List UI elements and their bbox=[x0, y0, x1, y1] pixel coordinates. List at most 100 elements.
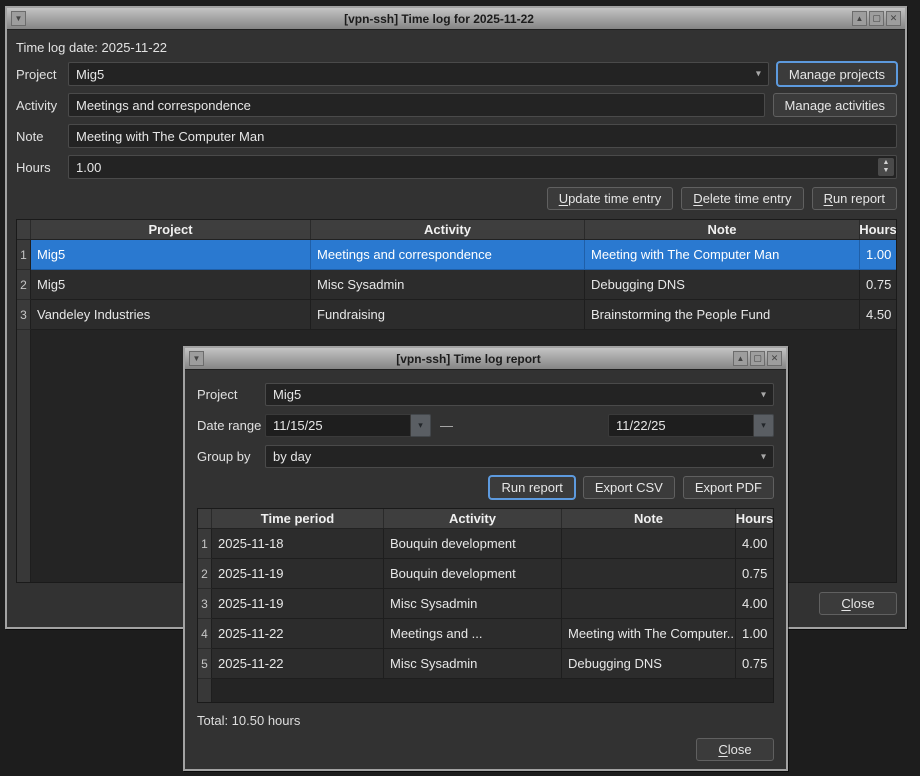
column-header-hours[interactable]: Hours bbox=[860, 220, 896, 239]
cell-time-period: 2025-11-19 bbox=[212, 589, 384, 619]
run-report-button[interactable]: Run report bbox=[812, 187, 897, 210]
cell-hours: 0.75 bbox=[860, 270, 896, 300]
hours-row: Hours 1.00 ▲ ▼ bbox=[16, 155, 897, 179]
close-button[interactable]: Close bbox=[819, 592, 897, 615]
shade-button[interactable]: ▲ bbox=[733, 351, 748, 366]
window-close-button[interactable]: ✕ bbox=[767, 351, 782, 366]
row-number: 1 bbox=[17, 240, 31, 270]
window-close-button[interactable]: ✕ bbox=[886, 11, 901, 26]
start-date-picker[interactable]: 11/15/25 ▾ bbox=[265, 414, 431, 437]
chevron-down-icon: ▾ bbox=[756, 69, 761, 80]
report-project-value: Mig5 bbox=[273, 387, 301, 402]
report-table-header: Time period Activity Note Hours bbox=[198, 509, 773, 529]
table-row[interactable]: 3 2025-11-19 Misc Sysadmin 4.00 bbox=[198, 589, 773, 619]
cell-note bbox=[562, 589, 736, 619]
cell-time-period: 2025-11-19 bbox=[212, 559, 384, 589]
table-row[interactable]: 5 2025-11-22 Misc Sysadmin Debugging DNS… bbox=[198, 649, 773, 679]
report-dialog: ▼ [vpn-ssh] Time log report ▲ ▢ ✕ Projec… bbox=[183, 346, 788, 771]
column-header-project[interactable]: Project bbox=[31, 220, 311, 239]
cell-hours: 1.00 bbox=[860, 240, 896, 270]
delete-time-entry-button[interactable]: Delete time entry bbox=[681, 187, 803, 210]
cell-hours: 1.00 bbox=[736, 619, 773, 649]
cell-project: Mig5 bbox=[31, 270, 311, 300]
cell-note: Debugging DNS bbox=[585, 270, 860, 300]
export-csv-button[interactable]: Export CSV bbox=[583, 476, 675, 499]
column-header-activity[interactable]: Activity bbox=[384, 509, 562, 528]
note-input[interactable]: Meeting with The Computer Man bbox=[68, 124, 897, 148]
group-by-label: Group by bbox=[197, 449, 265, 464]
start-date-dropdown-button[interactable]: ▾ bbox=[411, 414, 431, 437]
empty-body bbox=[212, 679, 773, 702]
cell-time-period: 2025-11-22 bbox=[212, 619, 384, 649]
end-date-value: 11/22/25 bbox=[616, 418, 666, 433]
column-header-hours[interactable]: Hours bbox=[736, 509, 773, 528]
cell-note: Debugging DNS bbox=[562, 649, 736, 679]
row-number: 3 bbox=[198, 589, 212, 619]
maximize-button[interactable]: ▢ bbox=[750, 351, 765, 366]
shade-button[interactable]: ▲ bbox=[852, 11, 867, 26]
cell-activity: Fundraising bbox=[311, 300, 585, 330]
table-row[interactable]: 4 2025-11-22 Meetings and ... Meeting wi… bbox=[198, 619, 773, 649]
table-row[interactable]: 1 2025-11-18 Bouquin development 4.00 bbox=[198, 529, 773, 559]
row-number: 3 bbox=[17, 300, 31, 330]
date-range-label: Date range bbox=[197, 418, 265, 433]
cell-activity: Misc Sysadmin bbox=[384, 589, 562, 619]
cell-project: Vandeley Industries bbox=[31, 300, 311, 330]
table-row[interactable]: 3 Vandeley Industries Fundraising Brains… bbox=[17, 300, 896, 330]
main-window-title: [vpn-ssh] Time log for 2025-11-22 bbox=[27, 12, 851, 26]
column-header-note[interactable]: Note bbox=[585, 220, 860, 239]
column-header-note[interactable]: Note bbox=[562, 509, 736, 528]
end-date-input[interactable]: 11/22/25 bbox=[608, 414, 754, 437]
activity-label: Activity bbox=[16, 98, 68, 113]
hours-spinbox[interactable]: 1.00 ▲ ▼ bbox=[68, 155, 897, 179]
cell-activity: Meetings and ... bbox=[384, 619, 562, 649]
column-header-time-period[interactable]: Time period bbox=[212, 509, 384, 528]
close-icon: ✕ bbox=[771, 354, 779, 363]
shade-icon: ▲ bbox=[737, 355, 745, 363]
report-actions: Run report Export CSV Export PDF bbox=[197, 476, 774, 499]
date-range-row: Date range 11/15/25 ▾ — 11/22/25 ▾ bbox=[197, 414, 774, 437]
table-row[interactable]: 2 2025-11-19 Bouquin development 0.75 bbox=[198, 559, 773, 589]
manage-projects-button[interactable]: Manage projects bbox=[777, 62, 897, 86]
spin-down-icon[interactable]: ▼ bbox=[883, 167, 890, 175]
window-menu-icon: ▼ bbox=[15, 15, 23, 23]
project-label: Project bbox=[16, 67, 68, 82]
cell-hours: 4.00 bbox=[736, 529, 773, 559]
dialog-close-button[interactable]: Close bbox=[696, 738, 774, 761]
group-by-combobox[interactable]: by day ▾ bbox=[265, 445, 774, 468]
project-value: Mig5 bbox=[76, 67, 104, 82]
hours-spinner: ▲ ▼ bbox=[878, 158, 894, 176]
table-row[interactable]: 2 Mig5 Misc Sysadmin Debugging DNS 0.75 bbox=[17, 270, 896, 300]
cell-hours: 0.75 bbox=[736, 649, 773, 679]
gutter-strip bbox=[17, 330, 31, 582]
total-hours-label: Total: 10.50 hours bbox=[197, 713, 774, 729]
chevron-down-icon: ▾ bbox=[418, 420, 423, 431]
table-row[interactable]: 1 Mig5 Meetings and correspondence Meeti… bbox=[17, 240, 896, 270]
dialog-titlebar[interactable]: ▼ [vpn-ssh] Time log report ▲ ▢ ✕ bbox=[185, 348, 786, 370]
activity-input[interactable]: Meetings and correspondence bbox=[68, 93, 765, 117]
update-time-entry-button[interactable]: Update time entry bbox=[547, 187, 674, 210]
hours-value: 1.00 bbox=[76, 160, 101, 175]
maximize-icon: ▢ bbox=[753, 354, 762, 363]
maximize-button[interactable]: ▢ bbox=[869, 11, 884, 26]
note-value: Meeting with The Computer Man bbox=[76, 129, 264, 144]
window-menu-button[interactable]: ▼ bbox=[11, 11, 26, 26]
project-combobox[interactable]: Mig5 ▾ bbox=[68, 62, 769, 86]
row-number: 2 bbox=[198, 559, 212, 589]
project-row: Project Mig5 ▾ Manage projects bbox=[16, 62, 897, 86]
export-pdf-button[interactable]: Export PDF bbox=[683, 476, 774, 499]
report-project-combobox[interactable]: Mig5 ▾ bbox=[265, 383, 774, 406]
window-menu-button[interactable]: ▼ bbox=[189, 351, 204, 366]
cell-activity: Misc Sysadmin bbox=[311, 270, 585, 300]
main-titlebar[interactable]: ▼ [vpn-ssh] Time log for 2025-11-22 ▲ ▢ … bbox=[7, 8, 905, 30]
manage-activities-button[interactable]: Manage activities bbox=[773, 93, 897, 117]
spin-up-icon[interactable]: ▲ bbox=[883, 159, 890, 167]
cell-time-period: 2025-11-18 bbox=[212, 529, 384, 559]
end-date-picker[interactable]: 11/22/25 ▾ bbox=[608, 414, 774, 437]
end-date-dropdown-button[interactable]: ▾ bbox=[754, 414, 774, 437]
dialog-run-report-button[interactable]: Run report bbox=[489, 476, 574, 499]
start-date-input[interactable]: 11/15/25 bbox=[265, 414, 411, 437]
row-number: 5 bbox=[198, 649, 212, 679]
column-header-activity[interactable]: Activity bbox=[311, 220, 585, 239]
report-project-label: Project bbox=[197, 387, 265, 402]
